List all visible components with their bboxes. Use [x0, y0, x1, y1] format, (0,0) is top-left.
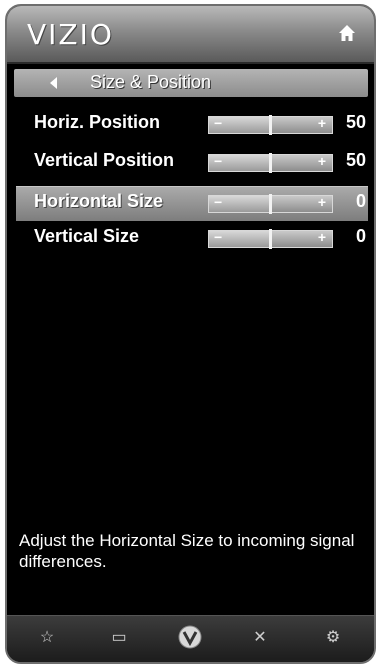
- vizio-logo: VIZIO: [27, 18, 114, 51]
- slider-minus-icon: −: [214, 229, 223, 245]
- setting-row-vertical-position[interactable]: Vertical Position − + 50: [16, 146, 368, 180]
- vertical-size-slider[interactable]: − +: [208, 229, 333, 249]
- slider-minus-icon: −: [214, 115, 223, 131]
- tv-menu-frame: VIZIO Size & Position Horiz. Position − …: [5, 4, 376, 664]
- menu-title: Size & Position: [90, 72, 212, 92]
- settings-gear-icon[interactable]: ⚙: [303, 622, 363, 652]
- setting-value: 0: [355, 191, 366, 211]
- close-x-icon[interactable]: ✕: [230, 622, 290, 652]
- slider-thumb[interactable]: [269, 153, 272, 173]
- vizio-v-badge: [178, 625, 202, 649]
- slider-thumb[interactable]: [269, 115, 272, 135]
- breadcrumb[interactable]: Size & Position: [14, 69, 368, 97]
- slider-thumb[interactable]: [269, 194, 272, 214]
- vizio-v-icon[interactable]: [160, 622, 220, 652]
- horiz-position-slider[interactable]: − +: [208, 115, 333, 135]
- setting-value: 50: [345, 112, 366, 132]
- slider-thumb[interactable]: [269, 229, 272, 249]
- slider-plus-icon: +: [317, 194, 326, 210]
- setting-label: Horizontal Size: [34, 191, 164, 211]
- back-arrow-icon[interactable]: [50, 77, 57, 89]
- slider-plus-icon: +: [317, 229, 326, 245]
- horizontal-size-slider[interactable]: − +: [208, 194, 333, 214]
- setting-row-horizontal-size[interactable]: Horizontal Size − + 0: [16, 186, 368, 221]
- slider-minus-icon: −: [214, 194, 223, 210]
- footer-nav: ☆ ▭ ✕ ⚙: [7, 615, 374, 662]
- setting-label: Horiz. Position: [34, 112, 160, 132]
- setting-row-horiz-position[interactable]: Horiz. Position − + 50: [16, 108, 368, 142]
- menu-header: VIZIO: [7, 6, 374, 64]
- slider-minus-icon: −: [214, 153, 223, 169]
- input-screen-icon[interactable]: ▭: [89, 622, 149, 652]
- help-description: Adjust the Horizontal Size to incoming s…: [19, 531, 355, 571]
- home-icon[interactable]: [338, 24, 356, 42]
- favorite-star-icon[interactable]: ☆: [17, 622, 77, 652]
- slider-plus-icon: +: [317, 115, 326, 131]
- setting-row-vertical-size[interactable]: Vertical Size − + 0: [16, 222, 368, 256]
- vertical-position-slider[interactable]: − +: [208, 153, 333, 173]
- setting-label: Vertical Position: [34, 150, 175, 170]
- slider-plus-icon: +: [317, 153, 326, 169]
- setting-value: 0: [355, 226, 366, 246]
- setting-label: Vertical Size: [34, 226, 140, 246]
- setting-value: 50: [345, 150, 366, 170]
